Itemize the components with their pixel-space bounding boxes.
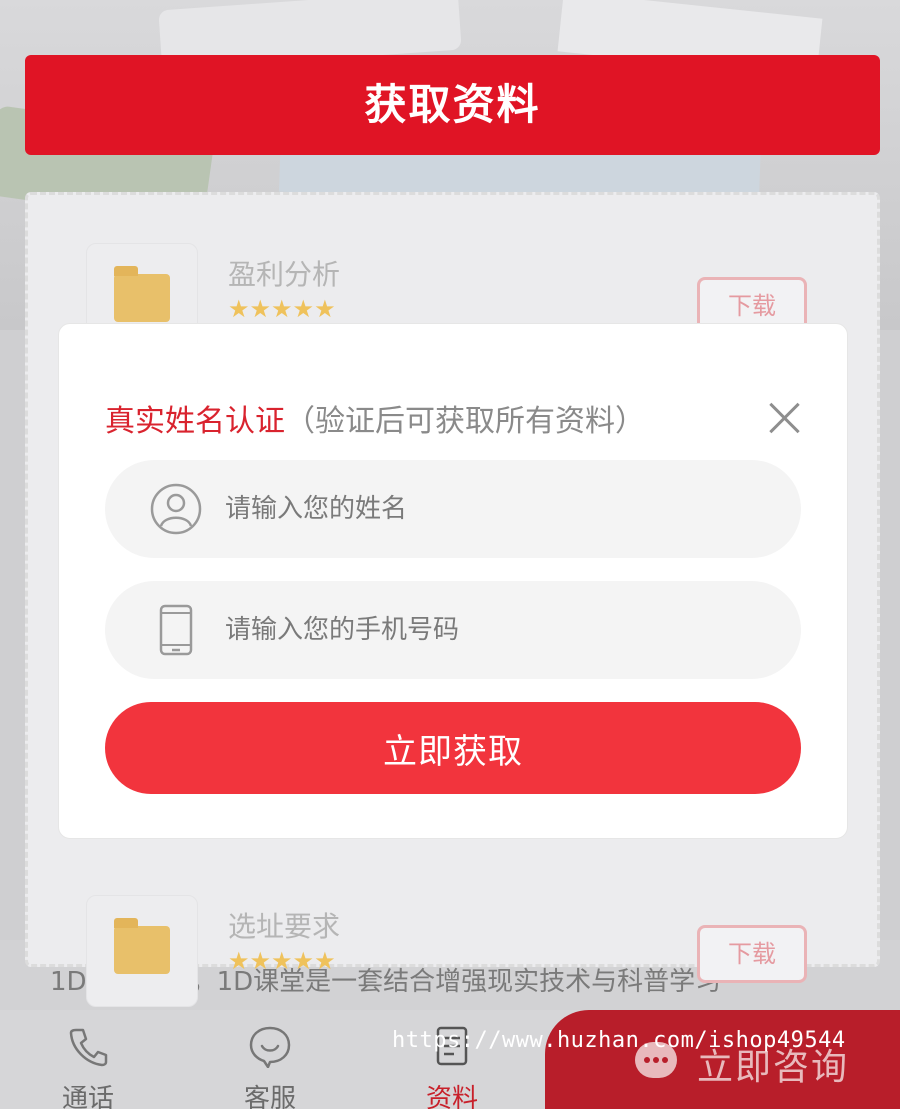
resource-item[interactable]: 选址要求 ★★★★★ 下载 bbox=[28, 895, 877, 1025]
tab-service[interactable]: 客服 bbox=[210, 1010, 330, 1109]
modal-title-hint: （验证后可获取所有资料） bbox=[285, 404, 645, 439]
panel-header: 获取资料 bbox=[25, 55, 880, 155]
folder-icon bbox=[114, 266, 170, 322]
phone-icon bbox=[69, 1028, 108, 1067]
modal-title-main: 真实姓名认证 bbox=[105, 404, 285, 439]
name-field[interactable] bbox=[105, 460, 801, 558]
download-button[interactable]: 下载 bbox=[697, 925, 807, 983]
tab-label: 客服 bbox=[243, 1084, 296, 1109]
close-icon[interactable] bbox=[765, 398, 805, 438]
user-icon bbox=[150, 483, 202, 535]
tab-materials[interactable]: 资料 bbox=[392, 1010, 512, 1109]
resource-thumbnail bbox=[86, 895, 198, 1007]
watermark-text: https://www.huzhan.com/ishop49544 bbox=[392, 1028, 846, 1053]
name-input[interactable] bbox=[225, 460, 765, 558]
tab-label: 资料 bbox=[425, 1084, 478, 1109]
folder-icon bbox=[114, 918, 170, 974]
verification-modal: 真实姓名认证（验证后可获取所有资料） 立即获取 bbox=[58, 323, 848, 839]
resource-title: 选址要求 bbox=[228, 910, 341, 943]
phone-input[interactable] bbox=[225, 581, 765, 679]
get-now-button[interactable]: 立即获取 bbox=[105, 702, 801, 794]
phone-field[interactable] bbox=[105, 581, 801, 679]
mobile-phone-icon bbox=[159, 604, 193, 656]
consult-now-button[interactable]: 立即咨询 bbox=[545, 1010, 900, 1109]
rating-stars: ★★★★★ bbox=[228, 947, 336, 975]
tab-call[interactable]: 通话 bbox=[28, 1010, 148, 1109]
rating-stars: ★★★★★ bbox=[228, 295, 336, 323]
resource-title: 盈利分析 bbox=[228, 258, 341, 291]
modal-title: 真实姓名认证（验证后可获取所有资料） bbox=[105, 396, 645, 440]
tab-label: 通话 bbox=[61, 1084, 114, 1109]
chat-face-icon bbox=[249, 1026, 291, 1068]
